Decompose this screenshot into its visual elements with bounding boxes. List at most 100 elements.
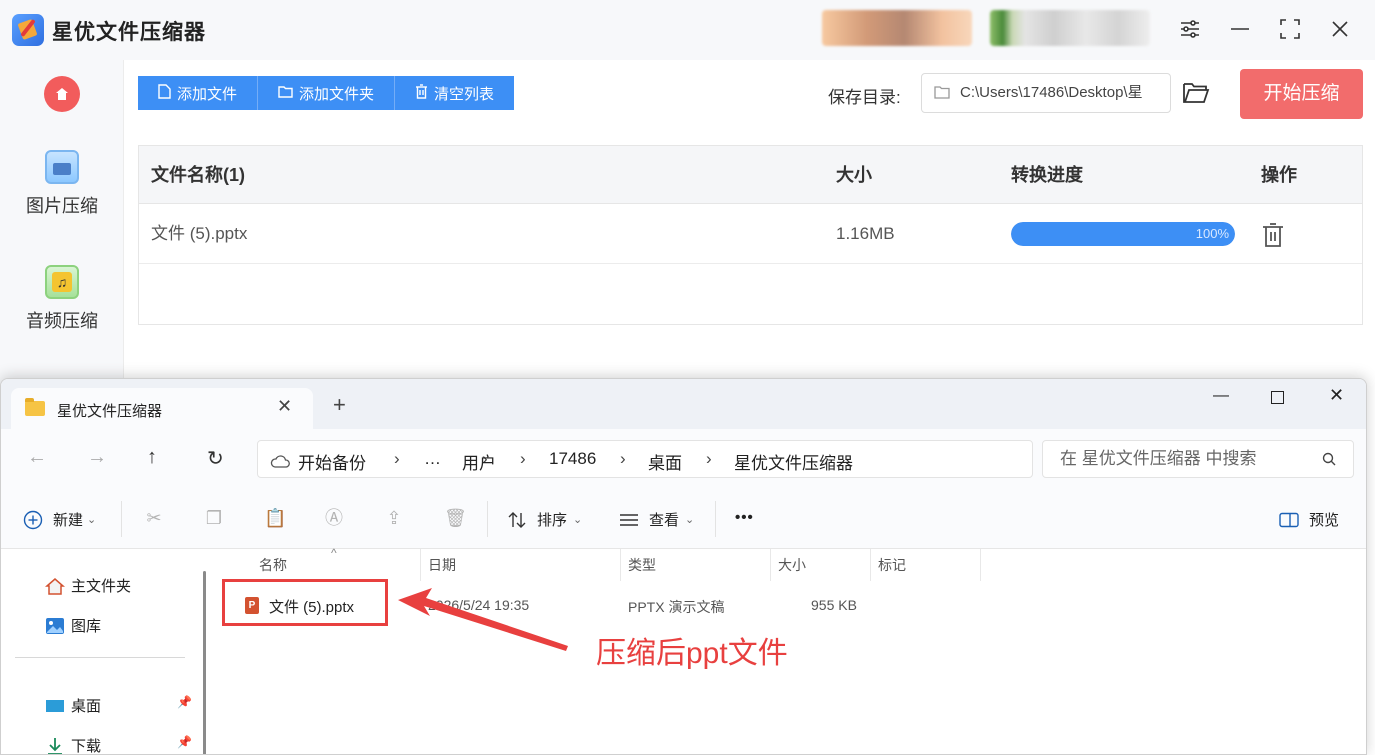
explorer-minimize-button[interactable]: —: [1213, 387, 1229, 405]
row-file-name: 文件 (5).pptx: [151, 224, 248, 243]
add-folder-button[interactable]: 添加文件夹: [258, 76, 396, 110]
breadcrumb-user-id[interactable]: 17486: [549, 449, 596, 469]
clear-list-button[interactable]: 清空列表: [395, 76, 515, 110]
navigation-pane: 主文件夹 图库 桌面 📌 下载 📌: [1, 549, 211, 755]
pin-icon[interactable]: 📌: [177, 735, 192, 749]
breadcrumb-current-folder[interactable]: 星优文件压缩器: [734, 449, 853, 474]
explorer-tab-title: 星优文件压缩器: [57, 403, 163, 420]
explorer-tab[interactable]: 星优文件压缩器 ✕: [11, 388, 313, 429]
nav-item-desktop[interactable]: 桌面: [45, 695, 101, 716]
sort-icon: [508, 511, 526, 528]
home-icon: [56, 88, 68, 100]
minimize-button[interactable]: [1228, 18, 1252, 42]
sidebar-item-audio-compress[interactable]: 音频压缩: [0, 265, 124, 333]
home-button[interactable]: [44, 76, 80, 112]
file-size: 955 KB: [811, 597, 857, 613]
nav-home-label: 主文件夹: [71, 578, 132, 595]
preview-pane-icon: [1279, 512, 1299, 527]
back-arrow-icon[interactable]: ←: [27, 446, 47, 469]
nav-item-downloads[interactable]: 下载: [45, 735, 102, 755]
sort-button[interactable]: 排序 ⌄: [507, 509, 582, 530]
divider: [620, 549, 621, 581]
col-header-date[interactable]: 日期: [428, 555, 456, 575]
divider: [980, 549, 981, 581]
maximize-button[interactable]: [1278, 18, 1302, 42]
close-button[interactable]: [1328, 18, 1352, 42]
breadcrumb-desktop[interactable]: 桌面: [648, 449, 682, 474]
col-header-size[interactable]: 大小: [778, 555, 806, 575]
preview-label: 预览: [1309, 512, 1340, 529]
progress-bar: 100%: [1011, 222, 1235, 246]
settings-icon[interactable]: [1178, 18, 1202, 42]
image-icon: [45, 150, 79, 184]
sidebar-item-label: 图片压缩: [26, 196, 98, 216]
save-dir-input[interactable]: C:\Users\17486\Desktop\星: [921, 73, 1171, 113]
new-tab-button[interactable]: +: [333, 394, 346, 416]
divider: [420, 549, 421, 581]
share-icon[interactable]: ⇪: [384, 508, 404, 528]
search-input[interactable]: 在 星优文件压缩器 中搜索: [1042, 440, 1354, 478]
scrollbar[interactable]: [203, 571, 206, 754]
open-folder-button[interactable]: [1182, 80, 1210, 106]
new-button[interactable]: 新建 ⌄: [23, 509, 96, 530]
col-header-progress: 转换进度: [1011, 165, 1083, 185]
explorer-maximize-button[interactable]: [1271, 391, 1284, 404]
chevron-down-icon: ⌄: [573, 514, 583, 526]
file-list: ^ 名称 日期 类型 大小 标记 P 文件 (5).pptx 2026/5/24…: [219, 546, 1366, 754]
nav-item-home[interactable]: 主文件夹: [45, 575, 131, 596]
row-file-size: 1.16MB: [836, 224, 895, 243]
breadcrumb-backup[interactable]: 开始备份: [298, 449, 366, 474]
annotation-arrow: [398, 588, 568, 651]
sidebar-item-image-compress[interactable]: 图片压缩: [0, 150, 124, 218]
sort-caret-icon: ^: [331, 546, 337, 560]
copy-icon[interactable]: ❐: [204, 508, 224, 528]
paste-icon[interactable]: 📋: [264, 508, 286, 528]
add-file-button[interactable]: 添加文件: [138, 76, 259, 110]
address-bar[interactable]: 开始备份 › … › 用户 › 17486 › 桌面 › 星优文件压缩器: [257, 440, 1033, 478]
nav-item-gallery[interactable]: 图库: [45, 615, 101, 636]
col-header-type[interactable]: 类型: [628, 555, 656, 575]
divider: [770, 549, 771, 581]
annotation-text: 压缩后ppt文件: [596, 637, 788, 670]
chevron-down-icon: ⌄: [685, 514, 695, 526]
rename-icon[interactable]: Ⓐ: [324, 508, 344, 528]
nav-downloads-label: 下载: [71, 738, 102, 755]
breadcrumb-users[interactable]: 用户: [462, 449, 496, 474]
delete-icon[interactable]: 🗑: [444, 508, 467, 528]
col-header-tags[interactable]: 标记: [878, 555, 906, 575]
audio-icon: [45, 265, 79, 299]
progress-text: 100%: [1195, 226, 1229, 241]
clear-list-label: 清空列表: [434, 85, 495, 103]
col-header-name[interactable]: 名称: [259, 555, 287, 575]
add-file-label: 添加文件: [177, 85, 238, 103]
start-compress-button[interactable]: 开始压缩: [1240, 69, 1363, 119]
title-bar: 星优文件压缩器: [0, 0, 1375, 60]
cut-icon[interactable]: ✂: [144, 508, 164, 528]
refresh-icon[interactable]: ↻: [207, 446, 224, 471]
app-title: 星优文件压缩器: [52, 21, 206, 44]
delete-row-button[interactable]: [1261, 222, 1285, 248]
folder-open-icon: [1183, 83, 1210, 103]
table-row[interactable]: 文件 (5).pptx 1.16MB 100%: [139, 205, 1362, 264]
explorer-tab-bar: 星优文件压缩器 ✕ + — ✕: [1, 379, 1366, 429]
divider: [715, 501, 716, 537]
view-button[interactable]: 查看 ⌄: [619, 509, 694, 530]
explorer-command-bar: 新建 ⌄ ✂ ❐ 📋 Ⓐ ⇪ 🗑 排序 ⌄ 查看 ⌄ ••• 预览: [1, 489, 1366, 549]
pin-icon[interactable]: 📌: [177, 695, 192, 709]
file-toolbar: 添加文件 添加文件夹 清空列表: [138, 76, 515, 110]
view-icon: [620, 513, 638, 526]
blurred-account-info: [822, 10, 972, 46]
divider: [15, 657, 185, 658]
folder-icon: [934, 86, 950, 99]
chevron-right-icon: ›: [706, 449, 712, 468]
nav-gallery-label: 图库: [71, 618, 102, 635]
more-options-button[interactable]: •••: [735, 509, 754, 526]
breadcrumb-more[interactable]: …: [424, 449, 441, 469]
sort-label: 排序: [537, 512, 568, 529]
preview-button[interactable]: 预览: [1279, 509, 1339, 530]
up-arrow-icon[interactable]: ↑: [147, 446, 157, 469]
forward-arrow-icon[interactable]: →: [87, 446, 107, 469]
app-logo-icon: [12, 14, 44, 46]
explorer-close-button[interactable]: ✕: [1329, 385, 1344, 406]
close-tab-icon[interactable]: ✕: [277, 396, 292, 417]
